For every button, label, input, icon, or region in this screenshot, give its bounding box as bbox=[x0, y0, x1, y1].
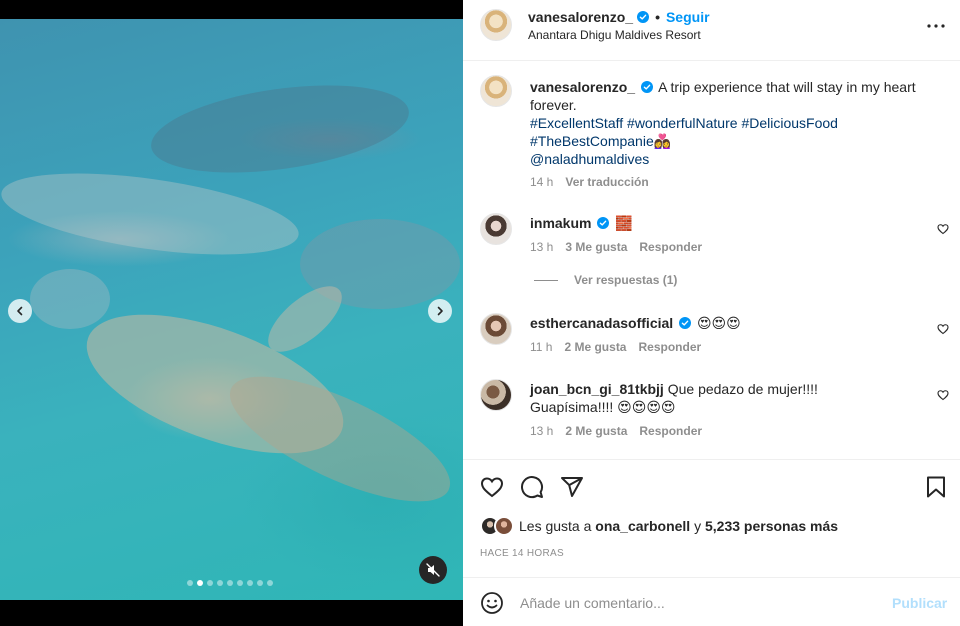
like-comment-button[interactable] bbox=[936, 222, 950, 236]
mention-link[interactable]: @naladhumaldives bbox=[530, 151, 649, 167]
author-avatar[interactable] bbox=[480, 9, 512, 41]
verified-badge-icon bbox=[679, 317, 692, 329]
post-header: vanesalorenzo_ • Seguir Anantara Dhigu M… bbox=[463, 0, 960, 61]
publish-button[interactable]: Publicar bbox=[892, 595, 947, 611]
comment-time[interactable]: 13 h bbox=[530, 424, 553, 438]
comment-username[interactable]: esthercanadasofficial bbox=[530, 315, 673, 331]
caption-username[interactable]: vanesalorenzo_ bbox=[530, 79, 635, 95]
comment-meta: 13 h 2 Me gusta Responder bbox=[530, 424, 702, 438]
post-media[interactable] bbox=[0, 0, 463, 626]
comment-bubble-icon bbox=[521, 476, 544, 499]
caption: vanesalorenzo_ A trip experience that wi… bbox=[530, 78, 940, 168]
carousel-dot bbox=[217, 580, 223, 586]
carousel-dot bbox=[267, 580, 273, 586]
like-comment-button[interactable] bbox=[936, 388, 950, 402]
verified-badge-icon bbox=[597, 217, 610, 229]
view-replies-label: Ver respuestas (1) bbox=[574, 273, 678, 287]
carousel-dot bbox=[257, 580, 263, 586]
comment-likes[interactable]: 3 Me gusta bbox=[565, 240, 627, 254]
comment-meta: 13 h 3 Me gusta Responder bbox=[530, 240, 702, 254]
likes-text: Les gusta a ona_carbonell y 5,233 person… bbox=[519, 518, 838, 534]
like-comment-button[interactable] bbox=[936, 322, 950, 336]
carousel-dot bbox=[187, 580, 193, 586]
hashtag-link[interactable]: #ExcellentStaff bbox=[530, 115, 623, 131]
paper-plane-icon bbox=[561, 477, 583, 497]
comment-time[interactable]: 11 h bbox=[530, 340, 552, 354]
comment: esthercanadasofficial 😍😍😍 bbox=[530, 314, 910, 332]
reply-button[interactable]: Responder bbox=[638, 340, 701, 354]
carousel-dot bbox=[247, 580, 253, 586]
author-username[interactable]: vanesalorenzo_ bbox=[528, 9, 633, 25]
share-button[interactable] bbox=[559, 474, 585, 500]
heart-outline-icon bbox=[937, 324, 949, 335]
comment-text: 😍😍😍 bbox=[696, 315, 741, 331]
hashtag-link[interactable]: #wonderfulNature bbox=[627, 115, 738, 131]
likes-connector: y bbox=[694, 518, 702, 534]
author-line: vanesalorenzo_ • Seguir bbox=[528, 9, 710, 25]
post-location[interactable]: Anantara Dhigu Maldives Resort bbox=[528, 28, 701, 42]
liker-avatar[interactable] bbox=[494, 516, 514, 536]
chevron-right-icon bbox=[437, 306, 443, 316]
heart-outline-icon bbox=[937, 224, 949, 235]
comment: joan_bcn_gi_81tkbjj Que pedazo de mujer!… bbox=[530, 380, 900, 416]
hashtag-link[interactable]: #DeliciousFood bbox=[741, 115, 838, 131]
like-button[interactable] bbox=[479, 474, 505, 500]
likes-count-link[interactable]: 5,233 personas más bbox=[705, 518, 838, 534]
view-replies-button[interactable]: Ver respuestas (1) bbox=[534, 273, 677, 287]
comment-meta: 11 h 2 Me gusta Responder bbox=[530, 340, 701, 354]
follow-button[interactable]: Seguir bbox=[666, 9, 710, 25]
chevron-left-icon bbox=[17, 306, 23, 316]
save-button[interactable] bbox=[923, 474, 949, 500]
caption-author-avatar[interactable] bbox=[480, 75, 512, 107]
bookmark-icon bbox=[927, 476, 945, 498]
comment-username[interactable]: joan_bcn_gi_81tkbjj bbox=[530, 381, 664, 397]
reply-button[interactable]: Responder bbox=[639, 240, 702, 254]
post-actions: Les gusta a ona_carbonell y 5,233 person… bbox=[463, 459, 960, 577]
comment-time[interactable]: 13 h bbox=[530, 240, 553, 254]
more-options-icon bbox=[927, 24, 945, 28]
commenter-avatar[interactable] bbox=[480, 379, 512, 411]
comments-list[interactable]: vanesalorenzo_ A trip experience that wi… bbox=[463, 61, 960, 459]
next-slide-button[interactable] bbox=[428, 299, 452, 323]
heart-outline-icon bbox=[937, 390, 949, 401]
comment-username[interactable]: inmakum bbox=[530, 215, 591, 231]
carousel-indicator bbox=[187, 580, 273, 586]
carousel-dot bbox=[197, 580, 203, 586]
verified-badge-icon bbox=[640, 81, 653, 93]
add-comment-bar: Publicar bbox=[463, 577, 960, 626]
comment-likes[interactable]: 2 Me gusta bbox=[564, 340, 626, 354]
commenter-avatar[interactable] bbox=[480, 213, 512, 245]
commenter-avatar[interactable] bbox=[480, 313, 512, 345]
carousel-dot bbox=[227, 580, 233, 586]
translate-button[interactable]: Ver traducción bbox=[565, 175, 648, 189]
shark-photo bbox=[0, 19, 463, 600]
post-side-panel: vanesalorenzo_ • Seguir Anantara Dhigu M… bbox=[463, 0, 960, 626]
separator-dot: • bbox=[655, 9, 660, 25]
previous-slide-button[interactable] bbox=[8, 299, 32, 323]
more-options-button[interactable] bbox=[925, 15, 947, 37]
comment: inmakum 🧱 bbox=[530, 214, 910, 232]
emoji-icon bbox=[481, 592, 503, 614]
hashtag-link[interactable]: #TheBestCompanie👩‍❤️‍👩 bbox=[530, 133, 671, 149]
post-timestamp[interactable]: HACE 14 HORAS bbox=[480, 548, 564, 559]
comment-likes[interactable]: 2 Me gusta bbox=[565, 424, 627, 438]
comment-button[interactable] bbox=[519, 474, 545, 500]
caption-meta: 14 h Ver traducción bbox=[530, 175, 649, 189]
mute-icon bbox=[426, 563, 440, 577]
likes-prefix: Les gusta a bbox=[519, 518, 592, 534]
likes-summary: Les gusta a ona_carbonell y 5,233 person… bbox=[480, 516, 838, 536]
reply-button[interactable]: Responder bbox=[639, 424, 702, 438]
emoji-button[interactable] bbox=[480, 591, 504, 615]
liker-username[interactable]: ona_carbonell bbox=[595, 518, 690, 534]
replies-divider bbox=[534, 279, 558, 281]
comment-text: 🧱 bbox=[615, 215, 633, 231]
carousel-dot bbox=[237, 580, 243, 586]
verified-badge-icon bbox=[637, 11, 650, 23]
caption-time[interactable]: 14 h bbox=[530, 175, 553, 189]
mute-button[interactable] bbox=[419, 556, 447, 584]
carousel-dot bbox=[207, 580, 213, 586]
heart-outline-icon bbox=[480, 477, 504, 498]
comment-input[interactable] bbox=[520, 591, 870, 615]
